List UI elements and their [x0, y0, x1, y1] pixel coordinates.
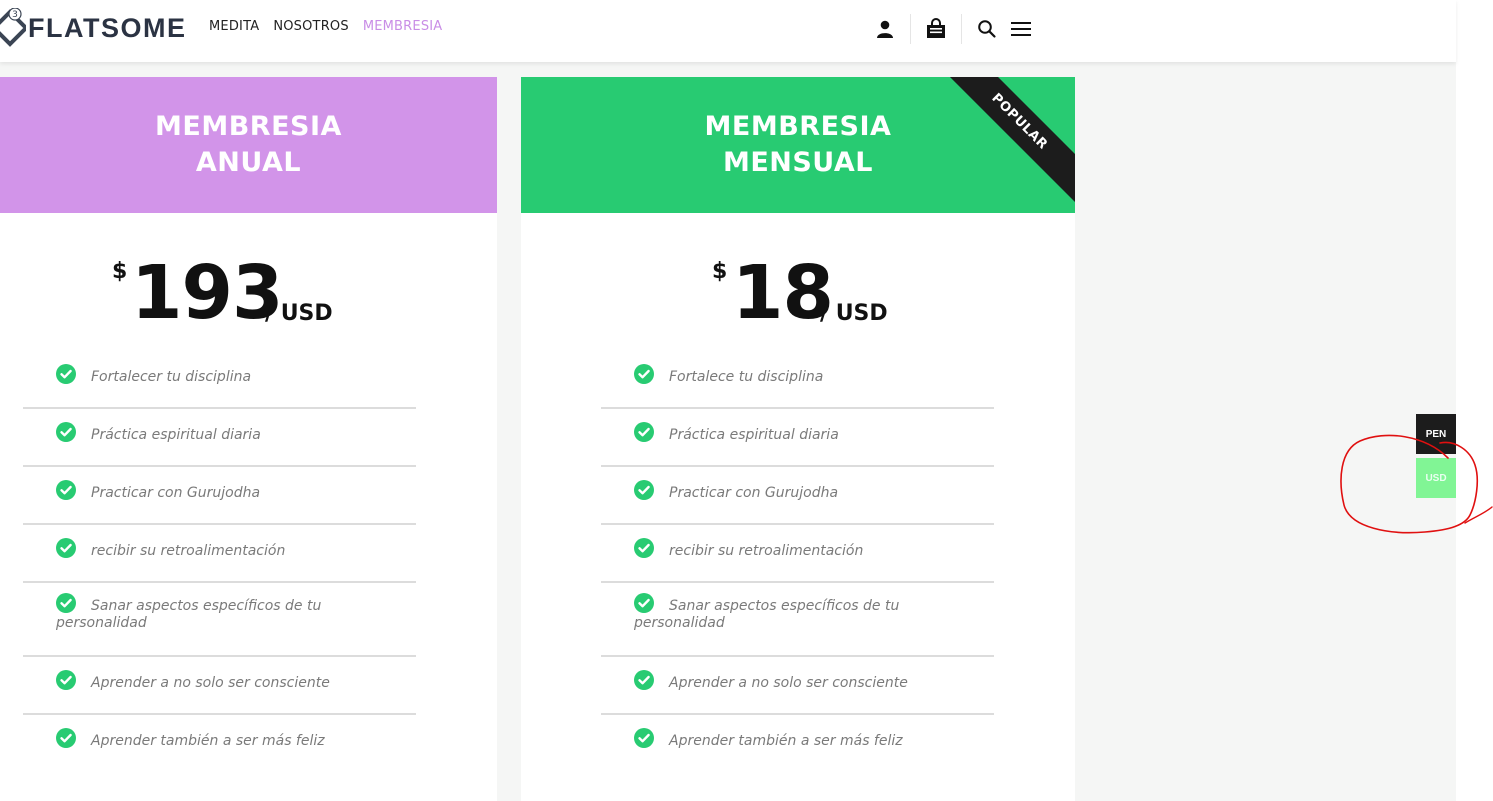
check-circle-icon	[634, 480, 654, 500]
feature-list: Fortalece tu disciplina Práctica espirit…	[601, 351, 994, 773]
search-icon[interactable]	[974, 16, 1000, 42]
list-item: Sanar aspectos específicos de tu persona…	[23, 583, 416, 657]
plan-title-line2: MENSUAL	[722, 147, 874, 178]
logo-mark-icon: 3	[0, 7, 29, 48]
check-circle-icon	[56, 728, 76, 748]
feature-text: Aprender a no solo ser consciente	[669, 675, 908, 691]
user-icon[interactable]	[872, 16, 898, 42]
feature-text: recibir su retroalimentación	[669, 543, 864, 559]
feature-text: recibir su retroalimentación	[91, 543, 286, 559]
currency-option-pen[interactable]: PEN	[1416, 414, 1456, 454]
plan-title: MEMBRESIA ANUAL	[0, 77, 497, 213]
check-circle-icon	[634, 422, 654, 442]
list-item: Práctica espiritual diaria	[23, 409, 416, 467]
check-circle-icon	[634, 728, 654, 748]
list-item: Aprender a no solo ser consciente	[23, 657, 416, 715]
feature-text: Fortalece tu disciplina	[669, 369, 824, 385]
nav-item-nosotros[interactable]: NOSOTROS	[273, 19, 349, 34]
site-logo[interactable]: 3 FLATSOME	[0, 7, 187, 48]
list-item: recibir su retroalimentación	[23, 525, 416, 583]
plan-title-line1: MEMBRESIA	[704, 111, 892, 142]
list-item: Practicar con Gurujodha	[23, 467, 416, 525]
price-period: / USD	[820, 301, 888, 326]
list-item: Aprender también a ser más feliz	[23, 715, 416, 773]
logo-text: FLATSOME	[28, 12, 187, 43]
right-margin	[1456, 0, 1493, 801]
check-circle-icon	[56, 422, 76, 442]
feature-text: Practicar con Gurujodha	[669, 485, 839, 501]
price-amount: 18	[732, 250, 834, 336]
feature-text: Sanar aspectos específicos de tu persona…	[634, 598, 900, 631]
check-circle-icon	[634, 593, 654, 613]
plan-title-line1: MEMBRESIA	[155, 111, 342, 142]
site-header: 3 FLATSOME MEDITA NOSOTROS MEMBRESIA	[0, 0, 1456, 62]
currency-switcher: PEN USD	[1416, 414, 1456, 498]
plan-card-mensual: MEMBRESIA MENSUAL POPULAR $ 18 / USD For…	[521, 77, 1075, 801]
list-item: recibir su retroalimentación	[601, 525, 994, 583]
price-amount: 193	[131, 250, 283, 336]
list-item: Fortalece tu disciplina	[601, 351, 994, 409]
check-circle-icon	[56, 364, 76, 384]
list-item: Aprender también a ser más feliz	[601, 715, 994, 773]
plan-price: $ 193 / USD	[0, 213, 497, 343]
check-circle-icon	[56, 593, 76, 613]
check-circle-icon	[56, 670, 76, 690]
list-item: Fortalecer tu disciplina	[23, 351, 416, 409]
check-circle-icon	[56, 538, 76, 558]
feature-text: Fortalecer tu disciplina	[91, 369, 252, 385]
feature-list: Fortalecer tu disciplina Práctica espiri…	[23, 351, 416, 773]
header-divider	[910, 14, 911, 44]
currency-option-usd[interactable]: USD	[1416, 458, 1456, 498]
price-currency-symbol: $	[112, 259, 128, 284]
feature-text: Aprender también a ser más feliz	[669, 733, 903, 749]
list-item: Aprender a no solo ser consciente	[601, 657, 994, 715]
feature-text: Práctica espiritual diaria	[669, 427, 839, 443]
header-divider	[961, 14, 962, 44]
nav-item-membresia[interactable]: MEMBRESIA	[363, 19, 443, 34]
feature-text: Practicar con Gurujodha	[91, 485, 261, 501]
check-circle-icon	[634, 670, 654, 690]
list-item: Práctica espiritual diaria	[601, 409, 994, 467]
feature-text: Práctica espiritual diaria	[91, 427, 261, 443]
menu-icon[interactable]	[1008, 16, 1034, 42]
feature-text: Sanar aspectos específicos de tu persona…	[56, 598, 322, 631]
nav-item-medita[interactable]: MEDITA	[209, 19, 259, 34]
list-item: Practicar con Gurujodha	[601, 467, 994, 525]
feature-text: Aprender también a ser más feliz	[91, 733, 325, 749]
plan-price: $ 18 / USD	[521, 213, 1075, 343]
plan-card-anual: MEMBRESIA ANUAL $ 193 / USD Fortalecer t…	[0, 77, 497, 801]
check-circle-icon	[56, 480, 76, 500]
main-nav: MEDITA NOSOTROS MEMBRESIA	[209, 19, 442, 34]
shopping-bag-icon[interactable]	[923, 16, 949, 42]
check-circle-icon	[634, 364, 654, 384]
price-currency-symbol: $	[712, 259, 728, 284]
check-circle-icon	[634, 538, 654, 558]
header-actions	[872, 14, 1034, 44]
logo-badge: 3	[12, 10, 18, 20]
feature-text: Aprender a no solo ser consciente	[91, 675, 330, 691]
price-period: / USD	[265, 301, 333, 326]
list-item: Sanar aspectos específicos de tu persona…	[601, 583, 994, 657]
plan-title-line2: ANUAL	[195, 147, 302, 178]
